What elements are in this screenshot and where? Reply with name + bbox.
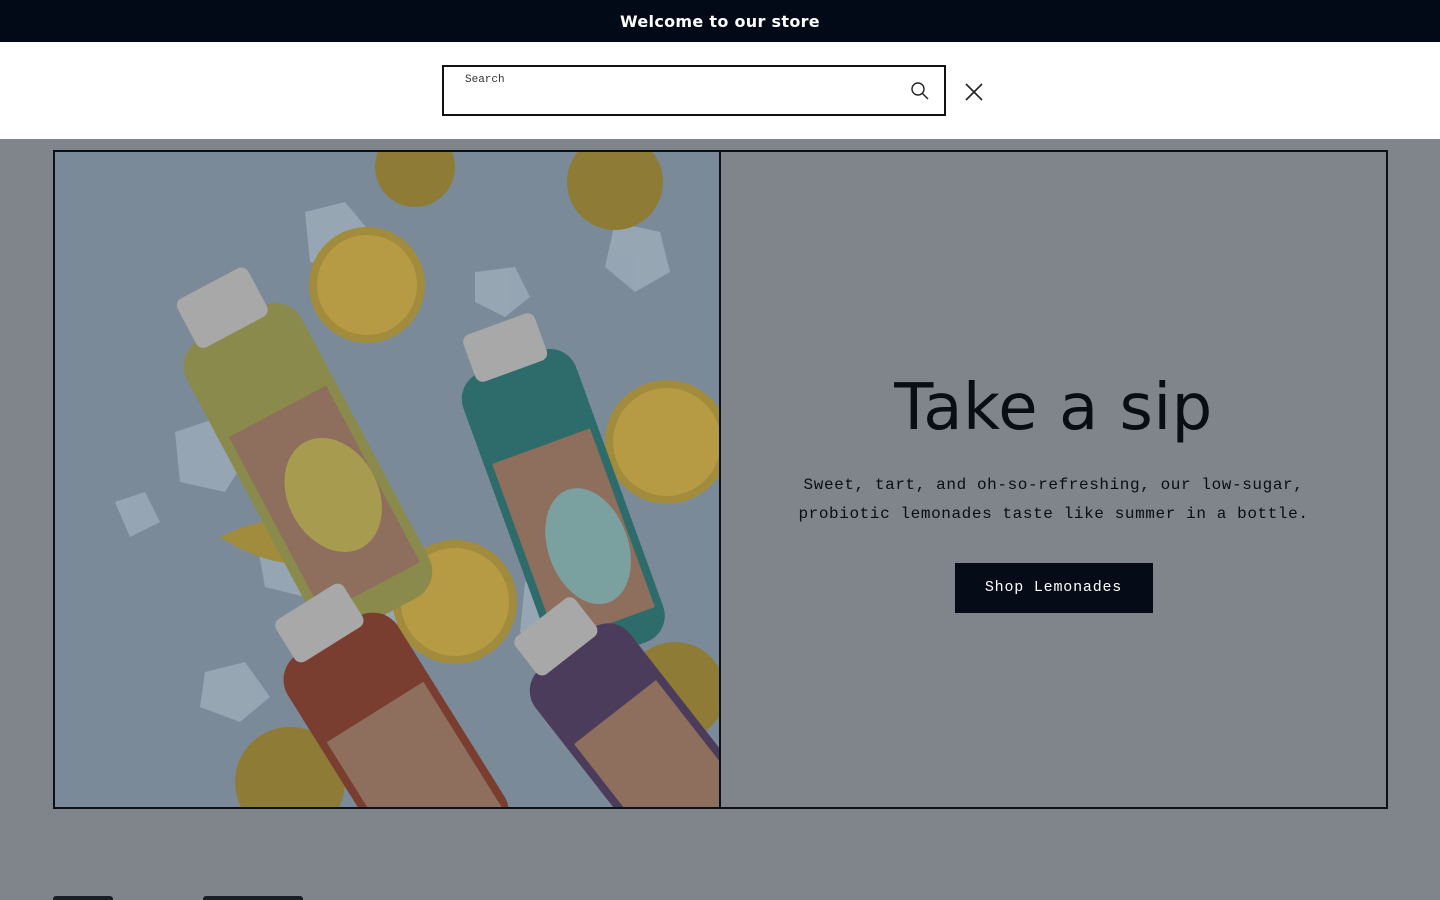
search-input[interactable]: [464, 87, 888, 111]
close-icon: [965, 83, 983, 101]
announcement-bar: Welcome to our store: [0, 0, 1440, 42]
lemonade-bottles-image: [55, 152, 719, 807]
search-field[interactable]: Search: [442, 65, 946, 116]
search-submit-button[interactable]: [910, 81, 930, 101]
hero-description: Sweet, tart, and oh-so-refreshing, our l…: [798, 475, 1309, 523]
next-section-heading-clipped: [53, 888, 353, 900]
search-modal: Search: [0, 42, 1440, 139]
announcement-text: Welcome to our store: [620, 11, 820, 31]
hero-content: Take a sip Sweet, tart, and oh-so-refres…: [721, 152, 1386, 807]
search-label: Search: [465, 74, 505, 86]
hero-title: Take a sip: [894, 370, 1213, 445]
close-search-button[interactable]: [964, 82, 984, 102]
hero-image: [55, 152, 721, 807]
search-icon: [911, 82, 929, 100]
shop-lemonades-button[interactable]: Shop Lemonades: [954, 562, 1153, 613]
hero-banner: Take a sip Sweet, tart, and oh-so-refres…: [53, 150, 1388, 809]
